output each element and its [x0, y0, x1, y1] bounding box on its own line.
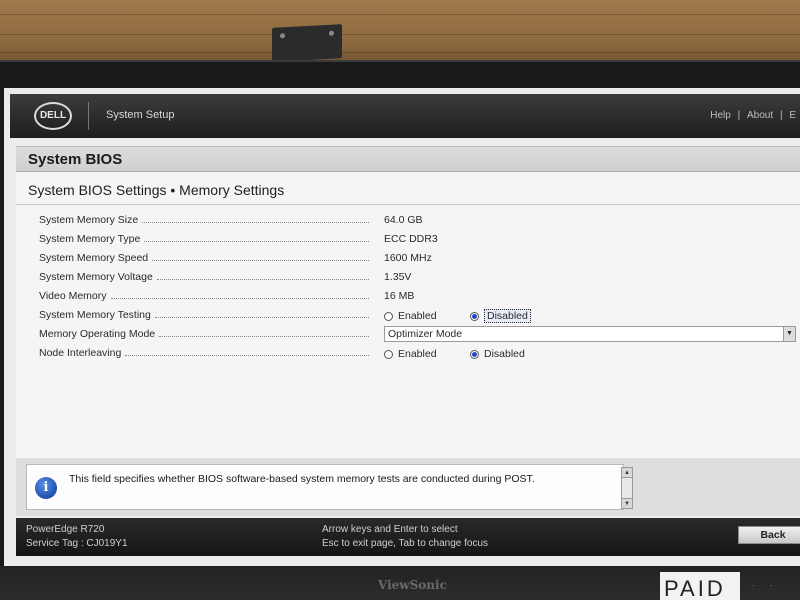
help-link[interactable]: Help	[710, 110, 731, 121]
help-box: i This field specifies whether BIOS soft…	[26, 464, 633, 510]
link-separator: |	[737, 110, 741, 121]
link-separator: |	[779, 110, 783, 121]
help-scrollbar[interactable]: ▲ ▼	[621, 467, 633, 509]
setting-value: 1600 MHz	[384, 252, 432, 264]
setting-label: System Memory Speed	[39, 252, 149, 264]
chevron-down-icon[interactable]: ▼	[783, 327, 795, 341]
scroll-down-icon[interactable]: ▼	[622, 498, 632, 508]
setting-row-node-interleaving: Node Interleaving Enabled Disabled	[16, 345, 800, 363]
page-title-bar: System BIOS	[16, 146, 800, 172]
footer-bar: PowerEdge R720 Service Tag : CJ019Y1 Arr…	[16, 518, 800, 556]
hint-line-1: Arrow keys and Enter to select	[322, 524, 458, 535]
radio-selected-icon	[470, 349, 479, 359]
paid-sticker: PAID	[660, 572, 740, 600]
setting-label: System Memory Voltage	[39, 271, 153, 283]
setting-value: ECC DDR3	[384, 233, 438, 245]
setting-row-video-memory: Video Memory 16 MB	[16, 288, 800, 306]
settings-panel: System BIOS Settings • Memory Settings S…	[16, 172, 800, 458]
node-interleaving-radio-group: Enabled Disabled	[384, 346, 525, 362]
page-title: System BIOS	[28, 151, 123, 168]
dell-logo: DELL	[34, 102, 72, 130]
setting-row-memory-voltage: System Memory Voltage 1.35V	[16, 269, 800, 287]
bios-screen: DELL System Setup Help | About | E Syste…	[4, 88, 800, 566]
service-tag: Service Tag : CJ019Y1	[26, 538, 128, 549]
setting-label: System Memory Testing	[39, 309, 151, 321]
setting-value: 1.35V	[384, 271, 412, 283]
setting-label: System Memory Type	[39, 233, 141, 245]
radio-disabled[interactable]: Disabled	[470, 309, 531, 323]
select-value: Optimizer Mode	[388, 328, 463, 340]
radio-selected-icon	[470, 311, 479, 321]
scroll-up-icon[interactable]: ▲	[622, 468, 632, 478]
about-link[interactable]: About	[747, 110, 773, 121]
exit-link[interactable]: E	[789, 110, 796, 121]
header-bar: DELL System Setup Help | About | E	[10, 94, 800, 138]
help-text: This field specifies whether BIOS softwa…	[69, 473, 535, 485]
setting-value: 16 MB	[384, 290, 415, 302]
help-area: i This field specifies whether BIOS soft…	[16, 458, 800, 516]
radio-unselected-icon	[384, 349, 393, 359]
system-info: PowerEdge R720 Service Tag : CJ019Y1	[26, 523, 128, 551]
wall-mount-bracket	[272, 24, 342, 62]
setting-row-memory-testing: System Memory Testing Enabled Disabled	[16, 307, 800, 325]
setting-row-operating-mode: Memory Operating Mode Optimizer Mode ▼	[16, 326, 800, 344]
radio-enabled[interactable]: Enabled	[384, 348, 470, 360]
operating-mode-select[interactable]: Optimizer Mode ▼	[384, 326, 796, 342]
setting-row-memory-size: System Memory Size 64.0 GB	[16, 212, 800, 230]
app-title: System Setup	[106, 109, 175, 121]
hint-line-2: Esc to exit page, Tab to change focus	[322, 538, 489, 549]
setting-label: Video Memory	[39, 290, 107, 302]
back-button[interactable]: Back	[738, 526, 800, 544]
divider	[16, 204, 800, 205]
radio-disabled[interactable]: Disabled	[470, 348, 525, 360]
header-links: Help | About | E	[706, 110, 796, 121]
setting-label: Memory Operating Mode	[39, 328, 156, 340]
radio-unselected-icon	[384, 311, 393, 321]
model-name: PowerEdge R720	[26, 524, 105, 535]
setting-value: 64.0 GB	[384, 214, 423, 226]
setting-label: Node Interleaving	[39, 347, 122, 359]
memory-testing-radio-group: Enabled Disabled	[384, 308, 531, 324]
radio-enabled[interactable]: Enabled	[384, 310, 470, 322]
setting-row-memory-speed: System Memory Speed 1600 MHz	[16, 250, 800, 268]
monitor-buttons-icon: · ·	[752, 580, 779, 590]
setting-label: System Memory Size	[39, 214, 139, 226]
setting-row-memory-type: System Memory Type ECC DDR3	[16, 231, 800, 249]
section-subtitle: System BIOS Settings • Memory Settings	[28, 182, 285, 198]
info-icon: i	[35, 477, 57, 499]
header-separator	[88, 102, 89, 130]
keyboard-hints: Arrow keys and Enter to select Esc to ex…	[322, 523, 488, 551]
monitor-brand: ViewSonic	[378, 578, 447, 592]
